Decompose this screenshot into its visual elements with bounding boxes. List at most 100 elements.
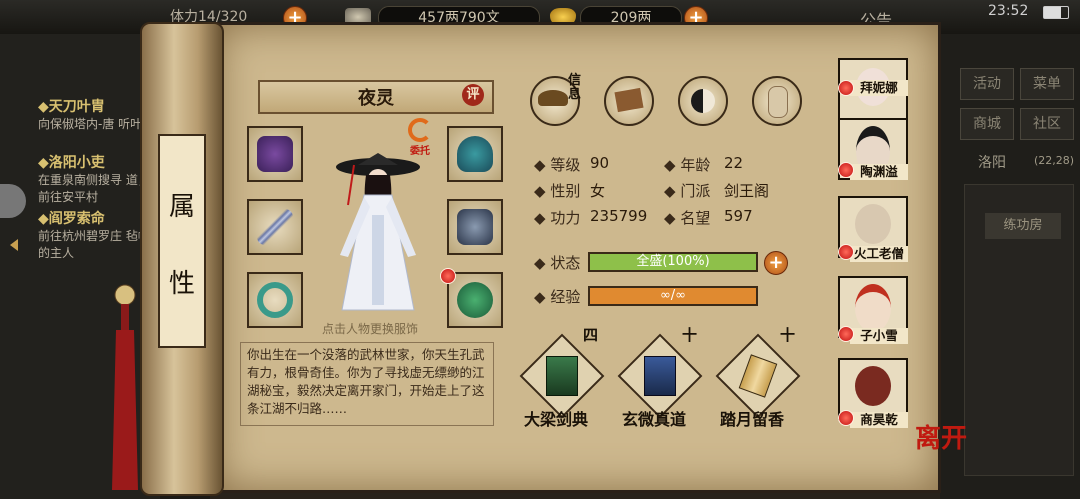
new-equip-badge [440,268,456,284]
companion-face [855,366,891,406]
power-value: 235799 [590,207,648,225]
menu-button[interactable]: 菜单 [1020,68,1074,100]
bag-icon [614,87,644,113]
collapse-arrow-icon[interactable] [10,239,18,251]
ring-icon [257,282,293,318]
companion-name: 商昊乾 [850,412,908,428]
tassel-decoration [112,284,138,490]
quest-title[interactable]: ◆天刀叶胄 [38,96,105,116]
companion-alert-badge [838,410,854,426]
community-button[interactable]: 社区 [1020,108,1074,140]
change-outfit-hint: 点击人物更换服饰 [321,322,418,336]
exp-label-text: 经验 [550,288,581,306]
bagua-tab[interactable] [678,76,728,126]
companion-alert-badge [838,326,854,342]
level-label-text: 等级 [550,156,581,174]
sect-label-text: 门派 [680,182,711,200]
location-coords: (22,28) [1034,154,1075,167]
quest-title[interactable]: ◆洛阳小吏 [38,152,105,172]
shop-button[interactable]: 商城 [960,108,1014,140]
fame-value: 597 [724,207,753,225]
companion-alert-badge [838,162,854,178]
restore-status-button[interactable]: + [764,251,788,275]
skill-slot[interactable] [519,333,605,419]
scroll-title-char: 属 [168,192,195,222]
scroll-title: 属 性 [158,134,206,348]
bag-tab[interactable] [604,76,654,126]
character-name-banner: 夜灵 评 [258,80,494,114]
shoulder-armor-icon [257,136,293,172]
review-button[interactable]: 评 [462,84,484,106]
equip-slot-ring[interactable] [247,272,303,328]
sword-icon [257,209,293,245]
room-button[interactable]: 练功房 [985,213,1061,239]
skill-level: 十 [682,326,698,344]
skill-book-icon [546,356,578,396]
companion-name: 火工老僧 [850,246,908,262]
quest-title[interactable]: ◆阎罗索命 [38,208,105,228]
equip-slot-shoulder[interactable] [247,126,303,182]
companion-face [855,204,891,244]
meridian-tab[interactable] [752,76,802,126]
fame-label: ◆ 名望 [664,209,711,227]
character-name: 夜灵 [358,88,394,109]
clock-text: 23:52 [988,3,1029,19]
gender-label-text: 性别 [550,182,581,200]
equip-slot-armor[interactable] [447,199,503,255]
exp-text: ∞/∞ [659,288,687,303]
age-label-text: 年龄 [680,156,711,174]
companion-alert-badge [838,80,854,96]
status-label: ◆ 状态 [534,254,581,272]
status-bar: 全盛(100%) [588,252,758,272]
gender-label: ◆ 性别 [534,182,581,200]
location-name: 洛阳 [978,155,1006,171]
fame-label-text: 名望 [680,209,711,227]
skill-slot[interactable] [715,333,801,419]
sect-label: ◆ 门派 [664,182,711,200]
hat-icon [457,136,493,172]
body-icon [768,86,788,118]
status-text: 全盛(100%) [636,254,710,269]
sect-value: 剑王阁 [724,182,770,200]
leave-button[interactable]: 离开 [915,418,967,455]
armor-icon [457,209,493,245]
skill-name: 玄微真道 [622,410,687,429]
companion-alert-badge [838,244,854,260]
jade-pendant-icon [457,282,493,318]
level-value: 90 [590,154,610,172]
info-tab-label: 信息 [568,73,582,102]
status-label-text: 状态 [550,254,581,272]
exp-bar: ∞/∞ [588,286,758,306]
companion-name: 子小雪 [850,328,908,344]
scroll-title-char: 性 [168,269,195,299]
companion-face [855,284,891,332]
character-story: 你出生在一个没落的武林世家，你天生孔武有力，根骨奇佳。你为了寻找虚无缥缈的江湖秘… [240,342,494,426]
activity-button[interactable]: 活动 [960,68,1014,100]
equip-slot-accessory[interactable] [447,272,503,328]
character-figure[interactable] [318,145,438,317]
skill-level: 四 [583,326,599,344]
skill-slot[interactable] [617,333,703,419]
skill-book-icon [644,356,676,396]
skill-name: 大梁剑典 [524,410,589,429]
equip-slot-hat[interactable] [447,126,503,182]
skill-name: 踏月留香 [720,410,785,429]
gender-value: 女 [590,182,606,200]
age-label: ◆ 年龄 [664,156,711,174]
straw-hat-icon [538,90,568,106]
power-label-text: 功力 [550,209,581,227]
companion-name: 拜妮娜 [850,80,908,96]
age-value: 22 [724,154,744,172]
companion-name: 陶渊溢 [850,164,908,180]
power-label: ◆ 功力 [534,209,581,227]
equip-slot-weapon[interactable] [247,199,303,255]
entrust-swirl-icon [408,118,432,142]
battery-icon [1043,6,1069,19]
level-label: ◆ 等级 [534,156,581,174]
scroll-roller: 属 性 [140,22,224,496]
minimap[interactable]: 练功房 [964,184,1074,476]
yin-yang-icon [691,89,715,113]
exp-label: ◆ 经验 [534,288,581,306]
home-icon[interactable] [0,184,26,218]
skill-level: 十 [780,326,796,344]
